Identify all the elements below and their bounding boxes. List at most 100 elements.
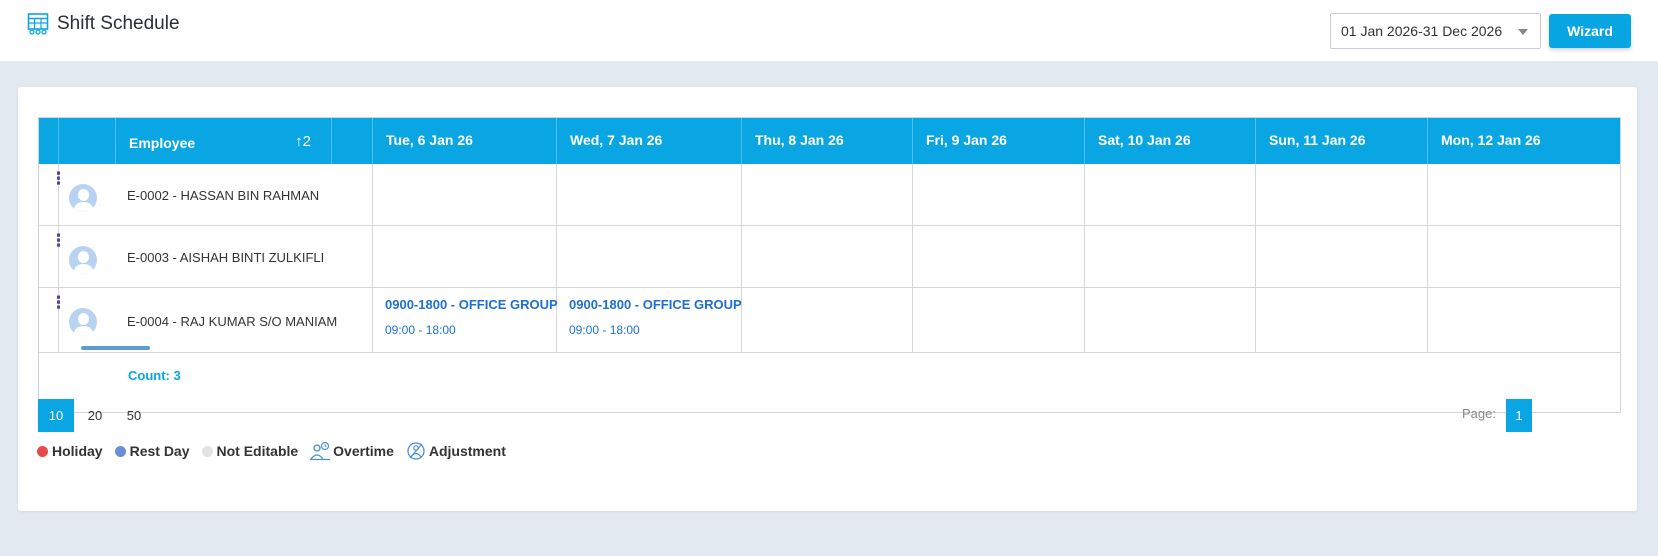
- avatar-cell: [59, 288, 116, 352]
- page-button[interactable]: 1: [1506, 399, 1532, 432]
- table-row: ⋮ E-0002 - HASSAN BIN RAHMAN: [39, 164, 1620, 226]
- grid-header: Employee ↑2 Tue, 6 Jan 26 Wed, 7 Jan 26 …: [39, 118, 1620, 164]
- legend-item-not-editable: Not Editable: [201, 443, 299, 459]
- page-title: Shift Schedule: [57, 13, 180, 34]
- avatar-cell: [59, 226, 116, 287]
- schedule-cell[interactable]: [742, 226, 913, 287]
- schedule-cell[interactable]: [1085, 288, 1256, 352]
- schedule-cell[interactable]: [557, 164, 742, 225]
- date-header: Sat, 10 Jan 26: [1085, 118, 1256, 164]
- grid-footer: Count: 3: [39, 352, 1620, 397]
- schedule-cell[interactable]: 0900-1800 - OFFICE GROUP 09:00 - 18:00: [557, 288, 742, 352]
- schedule-cell[interactable]: [1256, 226, 1428, 287]
- date-header-label: Wed, 7 Jan 26: [570, 132, 663, 148]
- date-header: Wed, 7 Jan 26: [557, 118, 742, 164]
- legend-label: Holiday: [52, 443, 103, 459]
- legend-label: Overtime: [333, 443, 394, 459]
- schedule-cell[interactable]: [1256, 288, 1428, 352]
- schedule-cell[interactable]: [913, 164, 1085, 225]
- page-label: Page:: [1462, 406, 1496, 421]
- page-size-selector: 10 20 50: [38, 399, 155, 432]
- avatar: [69, 308, 97, 336]
- date-header: Fri, 9 Jan 26: [913, 118, 1085, 164]
- date-header-label: Sun, 11 Jan 26: [1269, 132, 1366, 148]
- shift-entry[interactable]: 0900-1800 - OFFICE GROUP 09:00 - 18:00: [385, 297, 558, 337]
- employee-name: E-0004 - RAJ KUMAR S/O MANIAM: [127, 314, 338, 329]
- shift-title: 0900-1800 - OFFICE GROUP: [385, 297, 558, 312]
- table-row: ⋮ E-0003 - AISHAH BINTI ZULKIFLI: [39, 226, 1620, 288]
- shift-entry[interactable]: 0900-1800 - OFFICE GROUP 09:00 - 18:00: [569, 297, 742, 337]
- schedule-cell[interactable]: [373, 164, 557, 225]
- date-header-label: Tue, 6 Jan 26: [386, 132, 473, 148]
- chevron-down-icon: [1518, 29, 1528, 35]
- schedule-cell[interactable]: [1256, 164, 1428, 225]
- top-bar: Shift Schedule 01 Jan 2026-31 Dec 2026 W…: [0, 0, 1658, 62]
- header-avatar-col: [59, 118, 116, 164]
- schedule-cell[interactable]: [1428, 288, 1534, 352]
- shift-time: 09:00 - 18:00: [385, 323, 456, 337]
- schedule-cell[interactable]: [373, 226, 557, 287]
- header-menu-col: [39, 118, 59, 164]
- legend-item-adjustment: Adjustment: [406, 441, 506, 461]
- legend: Holiday Rest Day Not Editable Overtime A…: [37, 441, 518, 461]
- legend-label: Adjustment: [428, 443, 506, 459]
- header-spacer-col: [332, 118, 373, 164]
- date-header-label: Sat, 10 Jan 26: [1098, 132, 1191, 148]
- kebab-menu-icon[interactable]: ⋮: [50, 294, 67, 311]
- shift-time: 09:00 - 18:00: [569, 323, 640, 337]
- legend-item-overtime: Overtime: [310, 441, 394, 461]
- spacer-cell: [332, 288, 373, 352]
- not-editable-dot-icon: [201, 445, 213, 457]
- employee-cell: E-0004 - RAJ KUMAR S/O MANIAM: [116, 288, 337, 352]
- schedule-cell[interactable]: [913, 226, 1085, 287]
- sort-ascending-icon[interactable]: ↑2: [295, 133, 311, 150]
- employee-header[interactable]: Employee ↑2: [116, 118, 332, 164]
- legend-item-holiday: Holiday: [37, 443, 103, 459]
- avatar: [69, 246, 97, 274]
- spacer-cell: [332, 226, 373, 287]
- schedule-cell[interactable]: 0900-1800 - OFFICE GROUP 09:00 - 18:00: [373, 288, 558, 352]
- date-range-value: 01 Jan 2026-31 Dec 2026: [1341, 23, 1503, 39]
- schedule-cell[interactable]: [1085, 164, 1256, 225]
- schedule-cell[interactable]: [742, 164, 913, 225]
- spacer-cell: [332, 164, 373, 225]
- kebab-menu-icon[interactable]: ⋮: [50, 170, 67, 187]
- schedule-cell[interactable]: [1085, 226, 1256, 287]
- rest-day-dot-icon: [114, 445, 126, 457]
- schedule-grid: Employee ↑2 Tue, 6 Jan 26 Wed, 7 Jan 26 …: [38, 117, 1621, 413]
- page-size-option[interactable]: 50: [116, 399, 152, 432]
- legend-item-rest-day: Rest Day: [114, 443, 190, 459]
- schedule-card: Employee ↑2 Tue, 6 Jan 26 Wed, 7 Jan 26 …: [18, 87, 1637, 511]
- schedule-cell[interactable]: [913, 288, 1085, 352]
- employee-name: E-0003 - AISHAH BINTI ZULKIFLI: [127, 250, 325, 265]
- schedule-icon: [27, 12, 49, 36]
- kebab-menu-icon[interactable]: ⋮: [50, 232, 67, 249]
- schedule-cell[interactable]: [1428, 226, 1534, 287]
- page-size-option[interactable]: 10: [38, 399, 74, 432]
- employee-cell: E-0002 - HASSAN BIN RAHMAN: [116, 164, 332, 225]
- date-header: Tue, 6 Jan 26: [373, 118, 557, 164]
- schedule-cell[interactable]: [742, 288, 913, 352]
- row-menu-cell: ⋮: [39, 288, 67, 352]
- date-header: Sun, 11 Jan 26: [1256, 118, 1428, 164]
- employee-header-label: Employee: [129, 135, 196, 151]
- record-count: Count: 3: [128, 368, 181, 383]
- avatar: [69, 184, 97, 212]
- overtime-icon: [310, 441, 331, 461]
- date-header-label: Fri, 9 Jan 26: [926, 132, 1007, 148]
- horizontal-scrollbar[interactable]: [81, 346, 150, 350]
- date-header: Mon, 12 Jan 26: [1428, 118, 1541, 164]
- legend-label: Not Editable: [216, 443, 299, 459]
- shift-title: 0900-1800 - OFFICE GROUP: [569, 297, 742, 312]
- row-menu-cell: ⋮: [39, 226, 67, 287]
- date-range-select[interactable]: 01 Jan 2026-31 Dec 2026: [1330, 13, 1541, 49]
- holiday-dot-icon: [37, 445, 48, 457]
- employee-name: E-0002 - HASSAN BIN RAHMAN: [127, 188, 320, 203]
- schedule-cell[interactable]: [557, 226, 742, 287]
- schedule-cell[interactable]: [1428, 164, 1534, 225]
- wizard-button[interactable]: Wizard: [1549, 14, 1631, 48]
- avatar-cell: [59, 164, 116, 225]
- legend-label: Rest Day: [129, 443, 190, 459]
- title-area: Shift Schedule: [27, 12, 180, 36]
- page-size-option[interactable]: 20: [77, 399, 113, 432]
